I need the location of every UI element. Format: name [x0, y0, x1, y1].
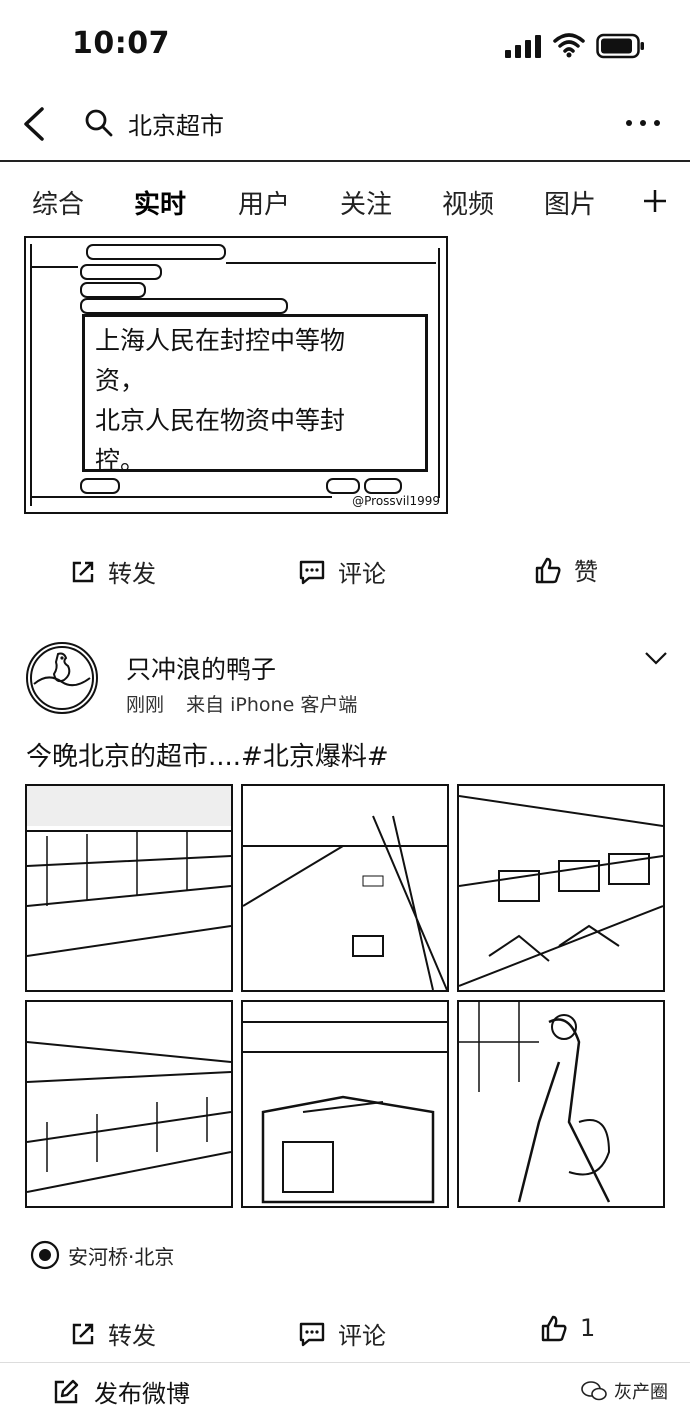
back-icon[interactable]: [20, 106, 48, 142]
tab-realtime[interactable]: 实时: [134, 184, 186, 221]
edit-icon: [54, 1379, 79, 1403]
post-text: 今晚北京的超市....#北京爆料#: [26, 742, 389, 772]
post-meta: 刚刚 来自 iPhone 客户端: [126, 690, 357, 717]
image-watermark: @Prossvil1999: [352, 494, 440, 508]
tab-comprehensive[interactable]: 综合: [32, 184, 84, 221]
tab-following[interactable]: 关注: [340, 184, 392, 221]
location-label: 安河桥·北京: [68, 1244, 175, 1269]
brand-watermark-text: 灰产圈: [614, 1382, 668, 1403]
post-time: 刚刚: [126, 694, 165, 716]
repost-button[interactable]: 转发: [70, 554, 156, 589]
comment-button[interactable]: 评论: [298, 554, 386, 589]
thumbs-up-icon: [541, 1315, 567, 1342]
thumbs-up-icon: [535, 557, 561, 583]
like-button-2[interactable]: 1: [540, 1314, 595, 1342]
tab-video[interactable]: 视频: [442, 184, 494, 221]
repost-label: 转发: [108, 560, 156, 588]
battery-icon: [596, 33, 644, 59]
avatar[interactable]: [26, 642, 98, 714]
grid-image-3[interactable]: [457, 784, 665, 992]
author-name[interactable]: 只冲浪的鸭子: [126, 650, 276, 686]
grid-image-4[interactable]: [25, 1000, 233, 1208]
header-divider: [0, 160, 690, 162]
like-button[interactable]: 赞: [534, 552, 598, 587]
like-count: 1: [580, 1314, 596, 1342]
status-time: 10:07: [72, 26, 170, 61]
compose-button[interactable]: 发布微博: [52, 1374, 190, 1409]
wechat-icon: [581, 1381, 607, 1401]
wifi-icon: [553, 33, 585, 58]
grid-image-1[interactable]: [25, 784, 233, 992]
tab-images[interactable]: 图片: [544, 184, 596, 221]
comment-label: 评论: [338, 1322, 386, 1350]
grid-image-2[interactable]: [241, 784, 449, 992]
post-source: 来自 iPhone 客户端: [186, 694, 358, 716]
grid-image-6[interactable]: [457, 1000, 665, 1208]
repost-button-2[interactable]: 转发: [70, 1316, 156, 1351]
quote-text: 上海人民在封控中等物 资， 北京人民在物资中等封 控。: [95, 326, 346, 475]
post-image[interactable]: 上海人民在封控中等物 资， 北京人民在物资中等封 控。 @Prossvil199…: [24, 236, 448, 514]
add-tab-icon[interactable]: [642, 188, 668, 214]
quote-card: 上海人民在封控中等物 资， 北京人民在物资中等封 控。: [82, 314, 428, 475]
bottom-divider: [0, 1362, 690, 1363]
repost-icon: [72, 561, 94, 582]
signal-icon: [505, 34, 545, 58]
repost-icon: [72, 1323, 94, 1344]
comment-icon: [299, 1322, 325, 1346]
brand-watermark: 灰产圈: [580, 1378, 668, 1404]
comment-label: 评论: [338, 560, 386, 588]
search-input[interactable]: 北京超市: [128, 106, 224, 141]
tab-users[interactable]: 用户: [238, 184, 290, 221]
chevron-down-icon[interactable]: [644, 650, 668, 666]
compose-label: 发布微博: [94, 1380, 190, 1408]
repost-label: 转发: [108, 1322, 156, 1350]
comment-button-2[interactable]: 评论: [298, 1316, 386, 1351]
location-tag[interactable]: 安河桥·北京: [30, 1240, 174, 1270]
like-label: 赞: [574, 558, 598, 586]
comment-icon: [299, 560, 325, 584]
location-icon: [30, 1240, 60, 1270]
search-icon: [85, 109, 113, 137]
more-options-icon[interactable]: [626, 120, 660, 126]
grid-image-5[interactable]: [241, 1000, 449, 1208]
